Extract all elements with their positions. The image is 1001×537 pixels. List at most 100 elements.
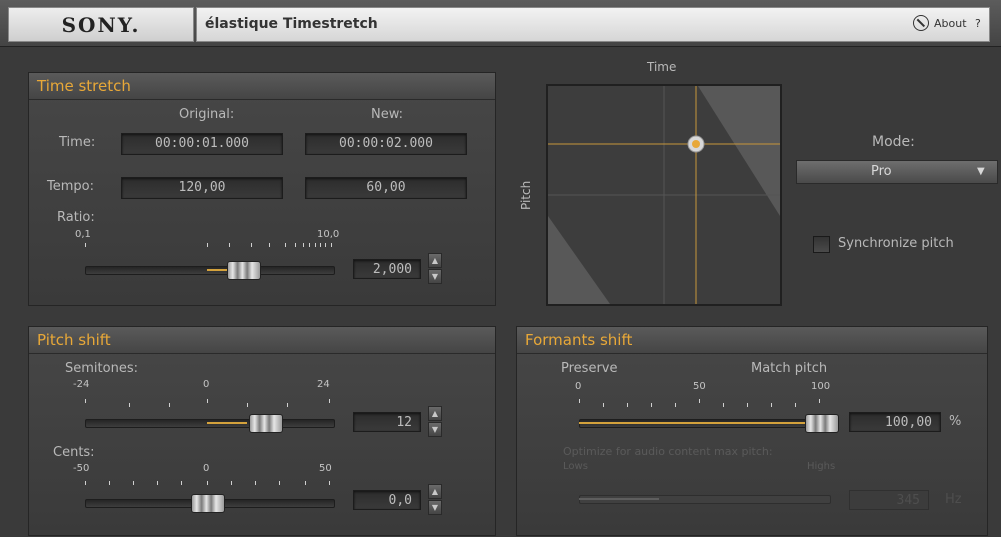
tick [579, 399, 580, 403]
spin-up-icon[interactable]: ▲ [428, 406, 442, 421]
cents-value-field[interactable]: 0,0 [353, 490, 421, 510]
tick [279, 481, 280, 485]
tick [207, 399, 208, 403]
semitones-slider-thumb[interactable] [249, 414, 283, 433]
tick [819, 399, 820, 403]
spin-up-icon[interactable]: ▲ [428, 484, 442, 499]
semitones-mid-label: 0 [203, 379, 210, 390]
time-pitch-pad[interactable] [546, 84, 782, 306]
panel-header: Time stretch [29, 73, 495, 100]
tick [269, 243, 270, 247]
spin-down-icon[interactable]: ▼ [428, 500, 442, 515]
tick [329, 399, 330, 403]
cents-mid-label: 0 [203, 463, 210, 474]
plugin-title: élastique Timestretch [205, 16, 378, 32]
original-time-field[interactable]: 00:00:01.000 [121, 133, 283, 155]
time-stretch-panel: Time stretch Original: New: Time: 00:00:… [28, 72, 496, 306]
panel-title: Formants shift [525, 331, 633, 349]
tick [771, 403, 772, 407]
mode-selected-value: Pro [871, 164, 892, 179]
formant-scale-100: 100 [811, 381, 831, 392]
tick [331, 243, 332, 247]
pad-y-axis-label: Pitch [519, 180, 533, 210]
tick [85, 243, 86, 247]
formant-value-field[interactable]: 100,00 [849, 412, 941, 432]
tick [747, 403, 748, 407]
highs-label: Highs [807, 461, 836, 472]
tick [85, 399, 86, 403]
ratio-spinner[interactable]: ▲ ▼ [426, 253, 442, 285]
pad-handle-center [692, 140, 700, 148]
chevron-down-icon: ▼ [977, 166, 985, 177]
panel-title: Time stretch [37, 77, 131, 95]
pad-x-axis-label: Time [647, 60, 677, 74]
original-column-label: Original: [179, 107, 235, 122]
cents-label: Cents: [53, 445, 95, 460]
spin-down-icon[interactable]: ▼ [428, 422, 442, 437]
tick [207, 243, 208, 247]
cents-min-label: -50 [73, 463, 90, 474]
ratio-min-label: 0,1 [75, 229, 91, 240]
time-pitch-region-shade [548, 216, 610, 304]
panel-title: Pitch shift [37, 331, 111, 349]
tick [129, 403, 130, 407]
tempo-label: Tempo: [47, 179, 94, 194]
title-bar: SONY. élastique Timestretch About ? [0, 0, 1001, 47]
pad-graphic [548, 86, 780, 304]
formant-scale-50: 50 [693, 381, 706, 392]
pitch-shift-panel: Pitch shift Semitones: -24 0 24 12 ▲ ▼ C… [28, 326, 496, 536]
cents-slider-thumb[interactable] [191, 494, 225, 513]
semitones-value-field[interactable]: 12 [353, 412, 421, 432]
tick [255, 481, 256, 485]
tick [169, 403, 170, 407]
spin-down-icon[interactable]: ▼ [428, 269, 442, 284]
synchronize-pitch-checkbox[interactable] [813, 236, 830, 253]
formant-unit-label: % [949, 414, 962, 429]
tick [699, 399, 700, 403]
max-pitch-field[interactable]: 345 [849, 490, 929, 510]
optimize-label: Optimize for audio content max pitch: [563, 445, 773, 458]
tick [287, 403, 288, 407]
new-column-label: New: [371, 107, 404, 122]
tick [723, 403, 724, 407]
cents-max-label: 50 [319, 463, 332, 474]
lows-label: Lows [563, 461, 588, 472]
ratio-value-field[interactable]: 2,000 [353, 259, 421, 279]
tick [157, 481, 158, 485]
ratio-max-label: 10,0 [317, 229, 340, 240]
cents-spinner[interactable]: ▲ ▼ [426, 484, 442, 516]
new-time-field[interactable]: 00:00:02.000 [305, 133, 467, 155]
tick [181, 481, 182, 485]
tick [109, 481, 110, 485]
mode-dropdown[interactable]: Pro ▼ [796, 160, 998, 184]
tick [315, 243, 316, 247]
formant-slider-thumb[interactable] [805, 414, 839, 433]
tick [305, 481, 306, 485]
semitones-max-label: 24 [317, 379, 330, 390]
tick [675, 403, 676, 407]
spin-up-icon[interactable]: ▲ [428, 253, 442, 268]
synchronize-pitch-label[interactable]: Synchronize pitch [838, 236, 954, 251]
sony-logo: SONY. [61, 13, 141, 37]
tick [303, 243, 304, 247]
title-area: élastique Timestretch About ? [196, 7, 990, 42]
new-tempo-field[interactable]: 60,00 [305, 177, 467, 199]
tick [285, 243, 286, 247]
original-tempo-field[interactable]: 120,00 [121, 177, 283, 199]
about-link[interactable]: About [934, 17, 967, 30]
tick [627, 403, 628, 407]
semitones-min-label: -24 [73, 379, 90, 390]
ratio-slider-thumb[interactable] [227, 261, 261, 280]
formant-scale-0: 0 [575, 381, 582, 392]
tick [603, 403, 604, 407]
about-icon[interactable] [913, 15, 929, 31]
semitones-spinner[interactable]: ▲ ▼ [426, 406, 442, 438]
tick [251, 243, 252, 247]
time-label: Time: [59, 135, 96, 150]
ratio-label: Ratio: [57, 210, 95, 225]
mode-label: Mode: [872, 134, 915, 150]
help-link[interactable]: ? [975, 17, 981, 30]
tick [229, 243, 230, 247]
panel-header: Formants shift [517, 327, 987, 354]
tick [133, 481, 134, 485]
